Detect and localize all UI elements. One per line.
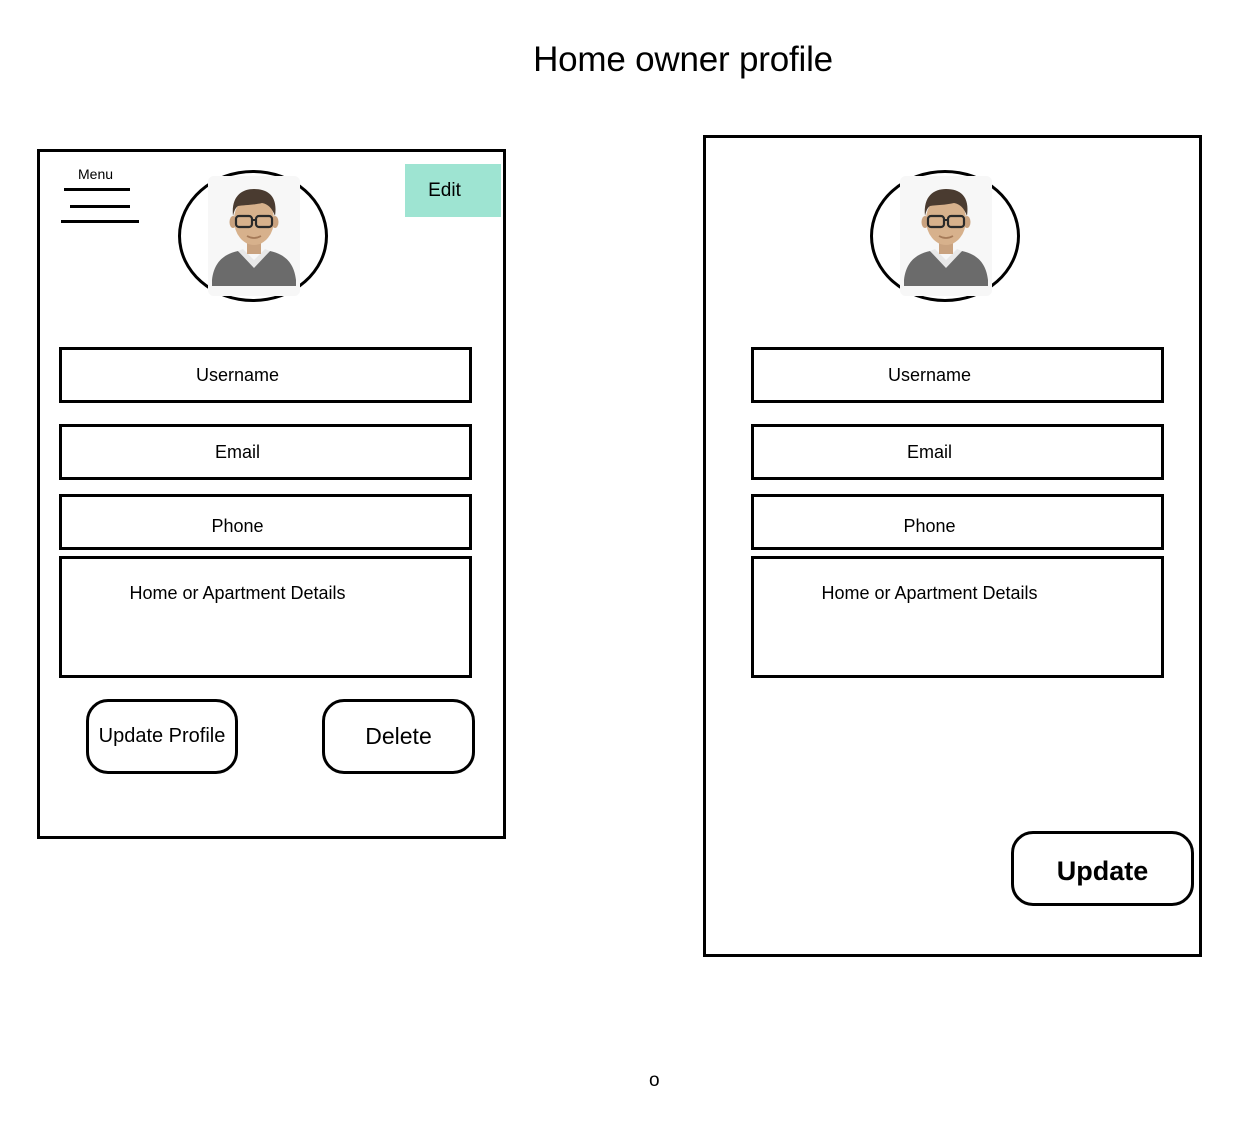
profile-avatar[interactable] (178, 170, 328, 302)
profile-avatar-edit[interactable] (870, 170, 1020, 302)
phone-label: Phone (211, 515, 264, 536)
phone-input[interactable]: Phone (751, 494, 1164, 550)
edit-button[interactable]: Edit (405, 164, 501, 217)
user-avatar-icon (900, 176, 992, 296)
username-label: Username (887, 364, 972, 385)
email-label: Email (214, 441, 260, 462)
user-avatar-icon (208, 176, 300, 296)
update-profile-button[interactable]: Update Profile (86, 699, 238, 774)
home-details-label: Home or Apartment Details (129, 583, 346, 603)
menu-label: Menu (78, 166, 114, 182)
phone-field[interactable]: Phone (59, 494, 472, 550)
home-details-label: Home or Apartment Details (821, 583, 1038, 603)
username-label: Username (195, 364, 280, 385)
update-button[interactable]: Update (1011, 831, 1194, 906)
username-field[interactable]: Username (59, 347, 472, 403)
email-label: Email (906, 441, 952, 462)
hamburger-icon[interactable] (60, 186, 140, 226)
home-details-field[interactable]: Home or Apartment Details (59, 556, 472, 678)
footer-mark: o (649, 1070, 660, 1091)
delete-button[interactable]: Delete (322, 699, 475, 774)
email-input[interactable]: Email (751, 424, 1164, 480)
page-title: Home owner profile (533, 40, 833, 79)
phone-label: Phone (903, 515, 956, 536)
username-input[interactable]: Username (751, 347, 1164, 403)
home-details-input[interactable]: Home or Apartment Details (751, 556, 1164, 678)
email-field[interactable]: Email (59, 424, 472, 480)
